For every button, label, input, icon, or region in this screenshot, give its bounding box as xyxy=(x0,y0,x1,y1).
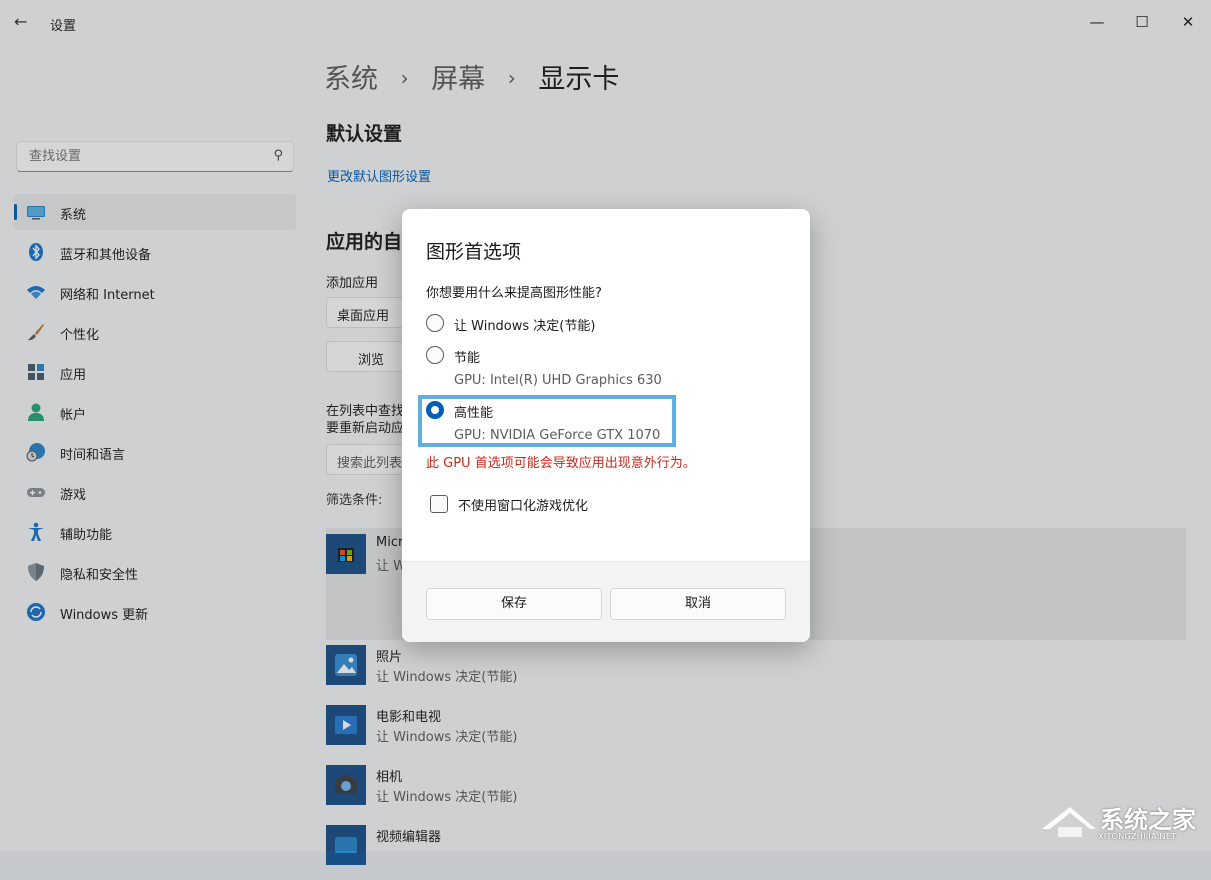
option-label: 节能 xyxy=(454,347,480,366)
radio-let-windows-decide[interactable] xyxy=(426,314,444,332)
option-label: 让 Windows 决定(节能) xyxy=(454,315,595,334)
dialog-footer: 保存 取消 xyxy=(402,561,810,642)
option-label: 高性能 xyxy=(454,402,493,421)
checkbox-label: 不使用窗口化游戏优化 xyxy=(458,495,588,514)
radio-high-performance[interactable] xyxy=(426,401,444,419)
graphics-preference-dialog: 图形首选项 你想要用什么来提高图形性能? 让 Windows 决定(节能) 节能… xyxy=(402,209,810,642)
option-gpu-name: GPU: Intel(R) UHD Graphics 630 xyxy=(454,373,662,388)
cancel-button[interactable]: 取消 xyxy=(610,588,786,620)
windowed-game-optimization-checkbox[interactable] xyxy=(430,495,448,513)
warning-text: 此 GPU 首选项可能会导致应用出现意外行为。 xyxy=(426,452,696,471)
save-button[interactable]: 保存 xyxy=(426,588,602,620)
dialog-title: 图形首选项 xyxy=(426,237,521,264)
watermark-text: 系统之家 xyxy=(1100,800,1196,835)
option-gpu-name: GPU: NVIDIA GeForce GTX 1070 xyxy=(454,428,660,443)
watermark-url: XITONGZHIJIA.NET xyxy=(1098,832,1176,841)
radio-power-saving[interactable] xyxy=(426,346,444,364)
dialog-question: 你想要用什么来提高图形性能? xyxy=(426,282,602,301)
